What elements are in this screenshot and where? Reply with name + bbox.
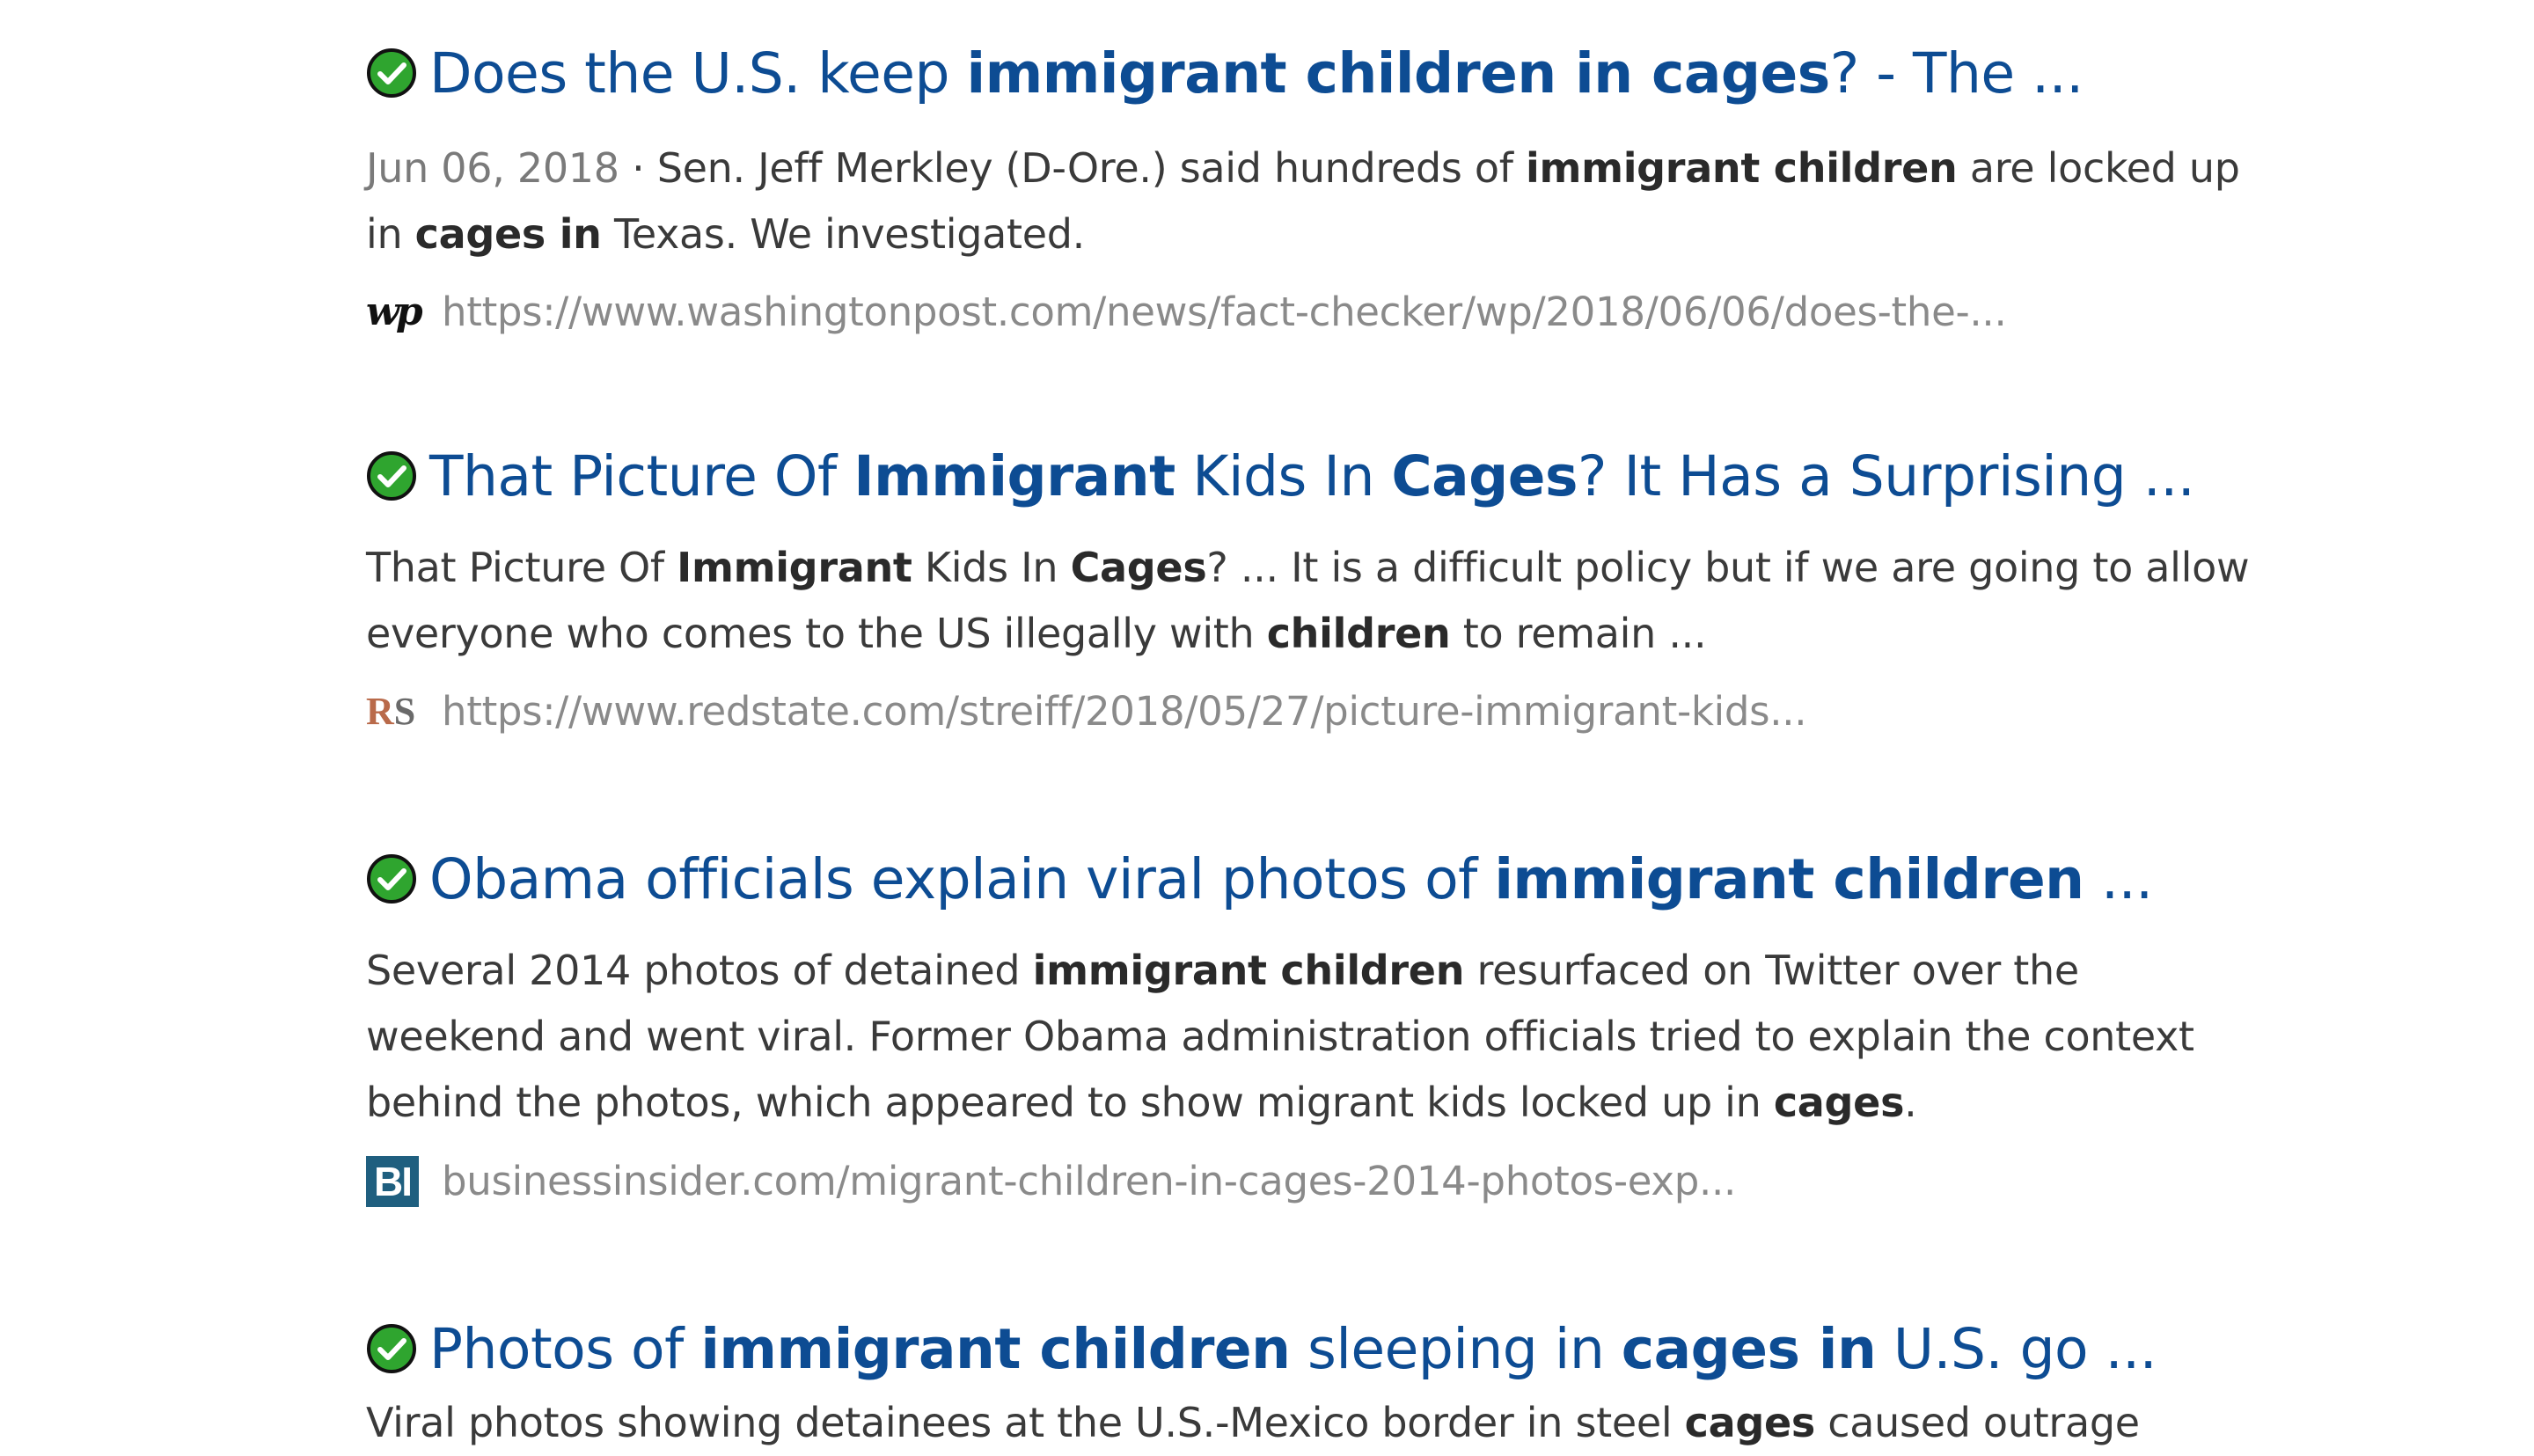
highlighted-term: Cages [1391,444,1578,509]
text-run: Kids In [912,544,1071,591]
green-check-icon [367,1324,416,1373]
redstate-favicon-icon: RS [366,690,416,733]
text-run: to remain ... [1450,610,1707,657]
text-run: U.S. go ... [1876,1317,2157,1381]
text-run: · Sen. Jeff Merkley (D-Ore.) said hundre… [619,144,1526,192]
text-run: caused outrage [1814,1399,2140,1446]
text-run: . [1904,1079,1917,1126]
text-run: ... [2084,847,2153,911]
text-run: Obama officials explain viral photos of [429,847,1495,911]
highlighted-term: Immigrant [677,544,912,591]
result-title-link[interactable]: Does the U.S. keep immigrant children in… [429,39,2084,109]
green-check-icon [367,854,416,904]
text-run: ? It Has a Surprising ... [1578,444,2195,509]
text-run: Several 2014 photos of detained [366,947,1033,994]
text-run: sleeping in [1290,1317,1622,1381]
result-title-link[interactable]: Obama officials explain viral photos of … [429,845,2153,915]
highlighted-term: immigrant children [1525,144,1958,192]
highlighted-term: cages [1773,1079,1905,1126]
highlighted-term: immigrant children [1032,947,1465,994]
result-url[interactable]: https://www.washingtonpost.com/news/fact… [442,282,2007,343]
text-run: Viral photos showing detainees at the U.… [366,1399,1685,1446]
green-check-icon [367,451,416,501]
result-url[interactable]: businessinsider.com/migrant-children-in-… [442,1151,1736,1212]
business-insider-favicon-icon: BI [366,1156,419,1207]
highlighted-term: immigrant children [700,1317,1291,1381]
result-title-link[interactable]: That Picture Of Immigrant Kids In Cages?… [429,442,2195,512]
highlighted-term: immigrant children in cages [966,41,1831,106]
highlighted-term: cages in [1621,1317,1877,1381]
highlighted-term: immigrant children [1494,847,2084,911]
text-run: Texas. We investigated. [601,210,1085,258]
result-url[interactable]: https://www.redstate.com/streiff/2018/05… [442,681,1807,743]
highlighted-term: Immigrant [853,444,1175,509]
result-title-link[interactable]: Photos of immigrant children sleeping in… [429,1314,2157,1385]
green-check-icon [367,48,416,98]
text-run: Photos of [429,1317,701,1381]
text-run: Kids In [1175,444,1392,509]
highlighted-term: cages [1684,1399,1816,1446]
result-date: Jun 06, 2018 [366,144,619,192]
highlighted-term: children [1266,610,1451,657]
washington-post-favicon-icon: wp [366,289,423,334]
result-snippet: Several 2014 photos of detained immigran… [366,938,2258,1136]
text-run: That Picture Of [429,444,854,509]
highlighted-term: cages in [414,210,602,258]
result-snippet: That Picture Of Immigrant Kids In Cages?… [366,535,2258,667]
highlighted-term: Cages [1070,544,1207,591]
result-snippet: Viral photos showing detainees at the U.… [366,1390,2258,1456]
result-snippet: Jun 06, 2018 · Sen. Jeff Merkley (D-Ore.… [366,135,2258,267]
text-run: Does the U.S. keep [429,41,967,106]
text-run: ? - The ... [1829,41,2084,106]
text-run: That Picture Of [366,544,677,591]
